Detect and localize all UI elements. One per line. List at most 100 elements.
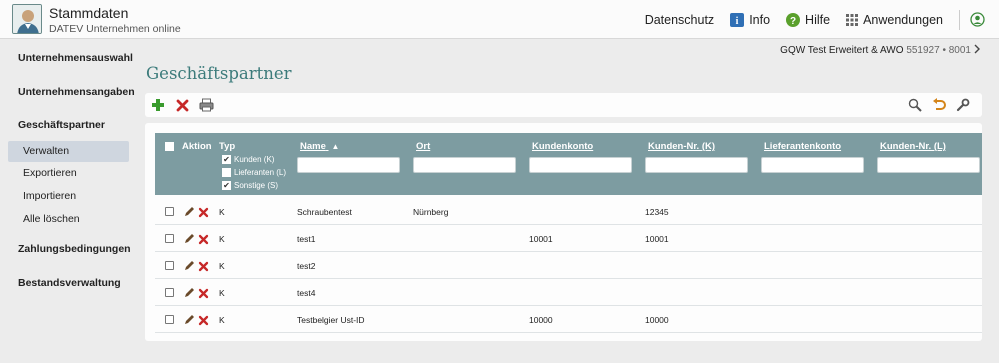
partner-table: Aktion Typ ✔ Kunden (K) Lieferanten (L) …	[145, 123, 982, 341]
hilfe-link[interactable]: ? Hilfe	[786, 12, 831, 27]
delete-icon[interactable]	[173, 96, 191, 114]
row-delete-icon[interactable]	[198, 232, 210, 245]
column-header-kunden-nr-k[interactable]: Kunden-Nr. (K)	[648, 141, 715, 152]
edit-pencil-icon[interactable]	[183, 259, 195, 271]
select-all-checkbox[interactable]	[165, 142, 174, 151]
table-row[interactable]: K test2	[155, 253, 982, 279]
edit-pencil-icon[interactable]	[183, 232, 195, 244]
cell-name: Testbelgier Ust-ID	[297, 315, 365, 325]
svg-text:i: i	[736, 16, 739, 27]
filter-kunden-nr-k-input[interactable]	[645, 157, 748, 173]
table-header: Aktion Typ ✔ Kunden (K) Lieferanten (L) …	[155, 133, 982, 195]
cell-name: Schraubentest	[297, 207, 352, 217]
checkbox-checked-icon: ✔	[222, 154, 231, 164]
filter-typ-lieferanten-label: Lieferanten (L)	[234, 168, 287, 177]
sidebar-subitem-exportieren[interactable]: Exportieren	[8, 163, 129, 184]
filter-typ-sonstige[interactable]: ✔ Sonstige (S)	[222, 180, 278, 191]
print-icon[interactable]	[197, 96, 215, 114]
sidebar-item-geschaeftspartner[interactable]: Geschäftspartner	[18, 119, 105, 131]
column-header-typ: Typ	[219, 141, 236, 152]
anwendungen-link[interactable]: Anwendungen	[846, 13, 943, 27]
table-row[interactable]: K test4	[155, 280, 982, 306]
sidebar-item-zahlungsbedingungen[interactable]: Zahlungsbedingungen	[18, 243, 131, 255]
add-icon[interactable]	[149, 96, 167, 114]
sidebar-subitem-importieren[interactable]: Importieren	[8, 186, 129, 207]
filter-kunden-nr-l-input[interactable]	[877, 157, 980, 173]
company-selector[interactable]: GQW Test Erweitert & AWO 551927 • 8001	[780, 45, 971, 56]
cell-kunden-nr: 10000	[645, 315, 669, 325]
column-header-kundenkonto[interactable]: Kundenkonto	[532, 141, 593, 152]
anwendungen-label: Anwendungen	[863, 12, 943, 27]
column-header-lieferantenkonto[interactable]: Lieferantenkonto	[764, 141, 841, 152]
row-delete-icon[interactable]	[198, 205, 210, 218]
cell-kundenkonto: 10000	[529, 315, 553, 325]
row-delete-icon[interactable]	[198, 286, 210, 299]
filter-name-input[interactable]	[297, 157, 400, 173]
column-header-kunden-nr-l[interactable]: Kunden-Nr. (L)	[880, 141, 946, 152]
edit-pencil-icon[interactable]	[183, 286, 195, 298]
row-checkbox[interactable]	[165, 207, 174, 216]
toolbar	[145, 93, 982, 117]
filter-kundenkonto-input[interactable]	[529, 157, 632, 173]
app-title: Stammdaten	[49, 5, 129, 21]
nav-divider	[959, 9, 960, 30]
cell-name: test2	[297, 261, 316, 271]
cell-name: test1	[297, 234, 316, 244]
edit-pencil-icon[interactable]	[183, 205, 195, 217]
filter-typ-kunden[interactable]: ✔ Kunden (K)	[222, 154, 274, 165]
hilfe-label: Hilfe	[805, 12, 831, 27]
user-account-icon[interactable]	[970, 12, 985, 27]
page-title: Geschäftspartner	[146, 64, 292, 83]
sidebar-item-bestandsverwaltung[interactable]: Bestandsverwaltung	[18, 277, 121, 289]
checkbox-unchecked-icon	[222, 168, 231, 177]
cell-kunden-nr: 12345	[645, 207, 669, 217]
help-icon: ?	[786, 12, 801, 27]
row-delete-icon[interactable]	[198, 313, 210, 326]
search-icon[interactable]	[906, 96, 924, 114]
sidebar-subitem-verwalten[interactable]: Verwalten	[8, 141, 129, 162]
column-header-ort[interactable]: Ort	[416, 141, 430, 152]
cell-typ: K	[219, 234, 225, 244]
datenschutz-link[interactable]: Datenschutz	[645, 13, 714, 27]
chevron-right-icon[interactable]	[973, 44, 981, 57]
table-row[interactable]: K Testbelgier Ust-ID 10000 10000	[155, 307, 982, 333]
company-name: GQW Test Erweitert & AWO	[780, 45, 904, 56]
user-avatar-icon	[12, 4, 42, 34]
column-header-name-label: Name	[300, 141, 326, 152]
info-icon: i	[730, 12, 745, 27]
filter-lieferantenkonto-input[interactable]	[761, 157, 864, 173]
sidebar-subitem-alle-loeschen[interactable]: Alle löschen	[8, 209, 129, 230]
row-checkbox[interactable]	[165, 315, 174, 324]
filter-typ-kunden-label: Kunden (K)	[234, 155, 275, 164]
cell-typ: K	[219, 261, 225, 271]
filter-typ-lieferanten[interactable]: Lieferanten (L)	[222, 167, 286, 178]
sidebar-item-unternehmensangaben[interactable]: Unternehmensangaben	[18, 86, 135, 98]
filter-ort-input[interactable]	[413, 157, 516, 173]
company-numbers: 551927 • 8001	[906, 45, 971, 56]
cell-typ: K	[219, 288, 225, 298]
datenschutz-label: Datenschutz	[644, 12, 715, 27]
row-checkbox[interactable]	[165, 234, 174, 243]
undo-icon[interactable]	[930, 96, 948, 114]
top-navigation: Datenschutz i Info ? Hilfe Anwendungen	[645, 0, 999, 39]
row-checkbox[interactable]	[165, 261, 174, 270]
cell-kundenkonto: 10001	[529, 234, 553, 244]
cell-typ: K	[219, 315, 225, 325]
settings-wrench-icon[interactable]	[954, 96, 972, 114]
info-link[interactable]: i Info	[730, 12, 771, 27]
app-header: Stammdaten DATEV Unternehmen online Date…	[0, 0, 999, 39]
info-label: Info	[749, 12, 771, 27]
sort-ascending-icon: ▲	[331, 142, 340, 151]
svg-text:?: ?	[790, 16, 796, 27]
column-header-name[interactable]: Name ▲	[300, 141, 339, 152]
filter-typ-sonstige-label: Sonstige (S)	[234, 181, 279, 190]
row-checkbox[interactable]	[165, 288, 174, 297]
row-delete-icon[interactable]	[198, 259, 210, 272]
cell-typ: K	[219, 207, 225, 217]
table-row[interactable]: K test1 10001 10001	[155, 226, 982, 252]
table-row[interactable]: K Schraubentest Nürnberg 12345	[155, 199, 982, 225]
edit-pencil-icon[interactable]	[183, 313, 195, 325]
cell-name: test4	[297, 288, 316, 298]
cell-ort: Nürnberg	[413, 207, 449, 217]
sidebar-item-unternehmensauswahl[interactable]: Unternehmensauswahl	[18, 52, 133, 64]
